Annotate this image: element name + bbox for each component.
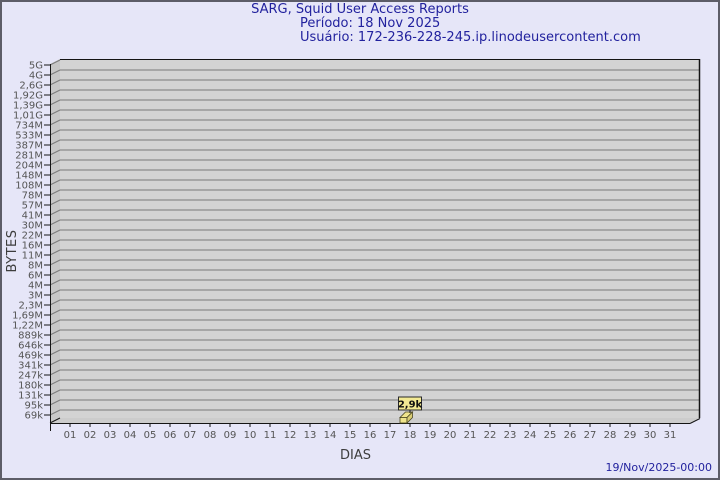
x-tick-label: 06 (164, 430, 177, 441)
x-tick-label: 10 (244, 430, 257, 441)
x-tick-label: 14 (324, 430, 337, 441)
access-report-bar-chart: 5G4G2,6G1,92G1,39G1,01G734M533M387M281M2… (12, 59, 701, 441)
x-tick-label: 09 (224, 430, 237, 441)
x-tick-label: 29 (624, 430, 637, 441)
x-tick-label: 08 (204, 430, 217, 441)
x-tick-label: 15 (344, 430, 357, 441)
bar-value-label: 2,9k (398, 400, 423, 411)
x-tick-label: 27 (584, 430, 597, 441)
generated-timestamp: 19/Nov/2025-00:00 (605, 461, 712, 474)
x-tick-label: 20 (444, 430, 457, 441)
x-tick-label: 25 (544, 430, 557, 441)
x-tick-label: 31 (664, 430, 677, 441)
x-tick-label: 01 (64, 430, 77, 441)
x-tick-label: 16 (364, 430, 377, 441)
x-tick-label: 05 (144, 430, 157, 441)
x-tick-label: 24 (524, 430, 537, 441)
x-tick-label: 17 (384, 430, 397, 441)
sarg-report-window: SARG, Squid User Access Reports Período:… (0, 0, 720, 480)
x-tick-label: 11 (264, 430, 277, 441)
x-tick-label: 28 (604, 430, 617, 441)
y-tick-label: 69k (24, 411, 43, 422)
x-tick-label: 12 (284, 430, 297, 441)
x-axis-title: DIAS (340, 448, 371, 463)
x-tick-label: 04 (124, 430, 137, 441)
x-tick-label: 23 (504, 430, 517, 441)
plot-back-wall (60, 59, 700, 418)
x-tick-label: 22 (484, 430, 497, 441)
x-tick-label: 13 (304, 430, 317, 441)
x-tick-label: 07 (184, 430, 197, 441)
x-tick-label: 26 (564, 430, 577, 441)
plot-floor (50, 418, 700, 423)
x-tick-label: 21 (464, 430, 477, 441)
x-tick-label: 30 (644, 430, 657, 441)
x-tick-label: 19 (424, 430, 437, 441)
x-tick-label: 18 (404, 430, 417, 441)
x-tick-label: 03 (104, 430, 117, 441)
bar-front-face (399, 417, 408, 424)
x-tick-label: 02 (84, 430, 97, 441)
